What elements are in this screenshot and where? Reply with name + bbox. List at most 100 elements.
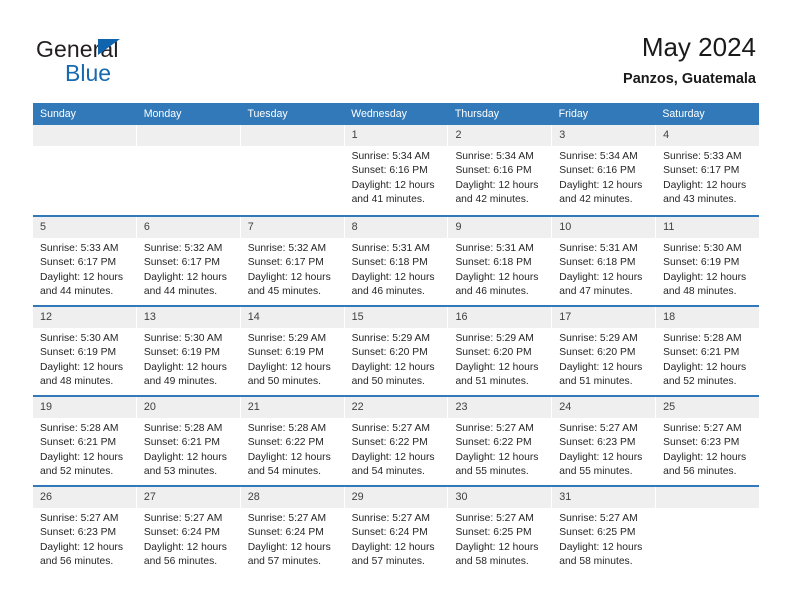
calendar-day-cell[interactable]: 8 Sunrise: 5:31 AM Sunset: 6:18 PM Daylight… — [344, 217, 449, 305]
calendar-day-cell[interactable]: 30 Sunrise: 5:27 AM Sunset: 6:25 PM Dayligh… — [448, 487, 553, 575]
page-header: General Blue May 2024 Panzos, Guatemala — [0, 0, 792, 103]
sunrise-text: Sunrise: 5:27 AM — [351, 423, 430, 434]
sunset-text: Sunset: 6:16 PM — [455, 165, 532, 177]
calendar-day-cell[interactable]: 1 Sunrise: 5:34 AM Sunset: 6:16 PM Daylight… — [344, 125, 449, 215]
weekday-header-tuesday: Tuesday — [247, 108, 288, 120]
day-number: 22 — [344, 397, 448, 418]
day-number: 14 — [240, 307, 344, 328]
sunset-text: Sunset: 6:25 PM — [455, 527, 532, 539]
daylight-text: Daylight: 12 hours and 42 minutes. — [559, 179, 643, 206]
calendar-day-cell[interactable]: 18 Sunrise: 5:28 AM Sunset: 6:21 PM Dayligh… — [656, 307, 760, 395]
day-number: 9 — [448, 217, 552, 238]
sunrise-text: Sunrise: 5:27 AM — [455, 423, 534, 434]
calendar-day-cell[interactable]: 3 Sunrise: 5:34 AM Sunset: 6:16 PM Daylight… — [552, 125, 657, 215]
sunset-text: Sunset: 6:18 PM — [559, 257, 636, 269]
calendar-day-cell[interactable]: 29 Sunrise: 5:27 AM Sunset: 6:24 PM Dayligh… — [344, 487, 449, 575]
sunset-text: Sunset: 6:21 PM — [663, 347, 740, 359]
calendar-day-cell[interactable]: 25 Sunrise: 5:27 AM Sunset: 6:23 PM Dayligh… — [656, 397, 760, 485]
calendar-day-cell[interactable]: 10 Sunrise: 5:31 AM Sunset: 6:18 PM Dayligh… — [552, 217, 657, 305]
daylight-text: Daylight: 12 hours and 48 minutes. — [40, 361, 123, 388]
calendar-day-cell[interactable]: 14 Sunrise: 5:29 AM Sunset: 6:19 PM Dayligh… — [240, 307, 345, 395]
day-number: 7 — [240, 217, 344, 238]
day-number: 24 — [552, 397, 656, 418]
day-details: Sunrise: 5:31 AM Sunset: 6:18 PM Daylight:… — [448, 238, 551, 300]
calendar-day-cell[interactable]: 12 Sunrise: 5:30 AM Sunset: 6:19 PM Dayligh… — [33, 307, 137, 395]
day-number: 30 — [448, 487, 552, 508]
sunset-text: Sunset: 6:21 PM — [40, 437, 117, 449]
sunrise-text: Sunrise: 5:33 AM — [663, 151, 742, 162]
calendar-day-cell[interactable]: 5 Sunrise: 5:33 AM Sunset: 6:17 PM Daylight… — [33, 217, 137, 305]
sunrise-text: Sunrise: 5:29 AM — [247, 333, 327, 344]
calendar-day-cell[interactable]: 27 Sunrise: 5:27 AM Sunset: 6:24 PM Dayligh… — [136, 487, 241, 575]
sunset-text: Sunset: 6:18 PM — [351, 257, 428, 269]
calendar-day-cell[interactable]: 17 Sunrise: 5:29 AM Sunset: 6:20 PM Dayligh… — [552, 307, 657, 395]
sunset-text: Sunset: 6:20 PM — [351, 347, 428, 359]
calendar-day-cell[interactable]: 20 Sunrise: 5:28 AM Sunset: 6:21 PM Dayligh… — [136, 397, 241, 485]
calendar-day-cell[interactable]: 11 Sunrise: 5:30 AM Sunset: 6:19 PM Dayligh… — [656, 217, 760, 305]
sunset-text: Sunset: 6:24 PM — [351, 527, 428, 539]
sunrise-text: Sunrise: 5:34 AM — [559, 151, 638, 162]
calendar-day-cell[interactable]: 23 Sunrise: 5:27 AM Sunset: 6:22 PM Dayligh… — [448, 397, 553, 485]
calendar-week-row: 5 Sunrise: 5:33 AM Sunset: 6:17 PM Daylight… — [33, 215, 760, 305]
calendar-page: General Blue May 2024 Panzos, Guatemala … — [0, 0, 792, 612]
calendar-day-cell[interactable]: 19 Sunrise: 5:28 AM Sunset: 6:21 PM Dayligh… — [33, 397, 137, 485]
sunset-text: Sunset: 6:24 PM — [143, 527, 220, 539]
day-number — [33, 125, 136, 146]
weekday-header-row: Sunday Monday Tuesday Wednesday Thursday… — [33, 103, 759, 125]
day-number: 11 — [656, 217, 760, 238]
calendar-day-cell[interactable]: 21 Sunrise: 5:28 AM Sunset: 6:22 PM Dayligh… — [240, 397, 345, 485]
calendar-day-cell[interactable]: 2 Sunrise: 5:34 AM Sunset: 6:16 PM Daylight… — [448, 125, 553, 215]
calendar-day-cell[interactable]: 16 Sunrise: 5:29 AM Sunset: 6:20 PM Dayligh… — [448, 307, 553, 395]
sunrise-text: Sunrise: 5:34 AM — [455, 151, 534, 162]
calendar-day-cell[interactable]: 28 Sunrise: 5:27 AM Sunset: 6:24 PM Dayligh… — [240, 487, 345, 575]
daylight-text: Daylight: 12 hours and 55 minutes. — [559, 451, 643, 478]
calendar-day-cell[interactable]: 15 Sunrise: 5:29 AM Sunset: 6:20 PM Dayligh… — [344, 307, 449, 395]
day-number: 18 — [656, 307, 760, 328]
day-details: Sunrise: 5:29 AM Sunset: 6:19 PM Daylight:… — [241, 328, 344, 390]
calendar-day-cell[interactable]: 7 Sunrise: 5:32 AM Sunset: 6:17 PM Daylight… — [240, 217, 345, 305]
calendar-day-cell[interactable]: 26 Sunrise: 5:27 AM Sunset: 6:23 PM Dayligh… — [33, 487, 137, 575]
sunset-text: Sunset: 6:16 PM — [351, 165, 428, 177]
day-number: 12 — [33, 307, 136, 328]
sunset-text: Sunset: 6:22 PM — [351, 437, 428, 449]
daylight-text: Daylight: 12 hours and 56 minutes. — [663, 451, 747, 478]
daylight-text: Daylight: 12 hours and 57 minutes. — [351, 541, 435, 568]
sunrise-text: Sunrise: 5:28 AM — [40, 423, 119, 434]
day-number: 6 — [136, 217, 240, 238]
day-number: 8 — [344, 217, 448, 238]
sunrise-text: Sunrise: 5:34 AM — [351, 151, 430, 162]
day-number: 15 — [344, 307, 448, 328]
sunset-text: Sunset: 6:20 PM — [455, 347, 532, 359]
sunrise-text: Sunrise: 5:31 AM — [455, 243, 534, 254]
sunrise-text: Sunrise: 5:28 AM — [143, 423, 223, 434]
day-number: 20 — [136, 397, 240, 418]
daylight-text: Daylight: 12 hours and 45 minutes. — [247, 271, 331, 298]
day-details: Sunrise: 5:27 AM Sunset: 6:23 PM Daylight:… — [656, 418, 759, 480]
calendar-day-cell[interactable]: 22 Sunrise: 5:27 AM Sunset: 6:22 PM Dayligh… — [344, 397, 449, 485]
day-details: Sunrise: 5:29 AM Sunset: 6:20 PM Daylight:… — [552, 328, 655, 390]
calendar-day-cell[interactable]: 6 Sunrise: 5:32 AM Sunset: 6:17 PM Daylight… — [136, 217, 241, 305]
daylight-text: Daylight: 12 hours and 46 minutes. — [455, 271, 539, 298]
daylight-text: Daylight: 12 hours and 52 minutes. — [663, 361, 747, 388]
sunrise-text: Sunrise: 5:27 AM — [351, 513, 430, 524]
day-number: 31 — [552, 487, 656, 508]
day-number: 21 — [240, 397, 344, 418]
sunrise-text: Sunrise: 5:27 AM — [143, 513, 223, 524]
day-details: Sunrise: 5:29 AM Sunset: 6:20 PM Daylight:… — [345, 328, 448, 390]
calendar-week-row: 1 Sunrise: 5:34 AM Sunset: 6:16 PM Daylight… — [33, 125, 760, 215]
sunrise-text: Sunrise: 5:29 AM — [351, 333, 430, 344]
daylight-text: Daylight: 12 hours and 46 minutes. — [351, 271, 435, 298]
calendar-day-cell[interactable]: 31 Sunrise: 5:27 AM Sunset: 6:25 PM Dayligh… — [552, 487, 657, 575]
calendar-day-cell[interactable]: 24 Sunrise: 5:27 AM Sunset: 6:23 PM Dayligh… — [552, 397, 657, 485]
general-blue-logo[interactable]: General Blue — [36, 36, 236, 92]
day-number: 29 — [344, 487, 448, 508]
sunset-text: Sunset: 6:19 PM — [663, 257, 740, 269]
day-details: Sunrise: 5:32 AM Sunset: 6:17 PM Daylight:… — [241, 238, 344, 300]
calendar-day-cell[interactable]: 13 Sunrise: 5:30 AM Sunset: 6:19 PM Dayligh… — [136, 307, 241, 395]
day-number: 27 — [136, 487, 240, 508]
day-details: Sunrise: 5:27 AM Sunset: 6:24 PM Daylight:… — [345, 508, 448, 570]
calendar-day-cell[interactable]: 9 Sunrise: 5:31 AM Sunset: 6:18 PM Daylight… — [448, 217, 553, 305]
calendar-grid: Sunday Monday Tuesday Wednesday Thursday… — [33, 103, 760, 575]
weekday-header-friday: Friday — [558, 108, 589, 120]
calendar-day-cell[interactable]: 4 Sunrise: 5:33 AM Sunset: 6:17 PM Daylight… — [656, 125, 760, 215]
